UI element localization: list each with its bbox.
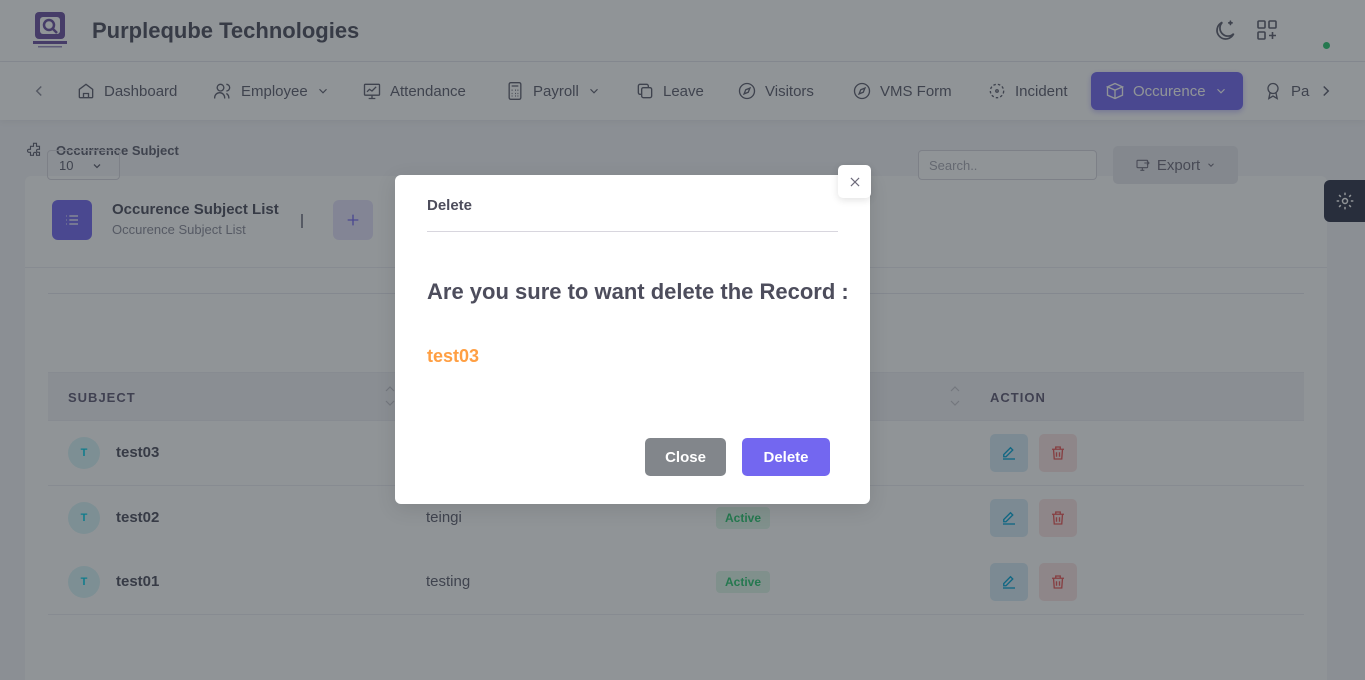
modal-divider <box>427 231 838 232</box>
modal-close-button[interactable] <box>838 165 871 198</box>
close-button[interactable]: Close <box>645 438 726 476</box>
modal-title: Delete <box>427 197 473 214</box>
close-icon <box>850 177 859 186</box>
delete-modal: Delete Are you sure to want delete the R… <box>395 175 870 504</box>
modal-question: Are you sure to want delete the Record : <box>427 279 849 304</box>
modal-record-name: test03 <box>427 346 480 366</box>
delete-button[interactable]: Delete <box>742 438 830 476</box>
